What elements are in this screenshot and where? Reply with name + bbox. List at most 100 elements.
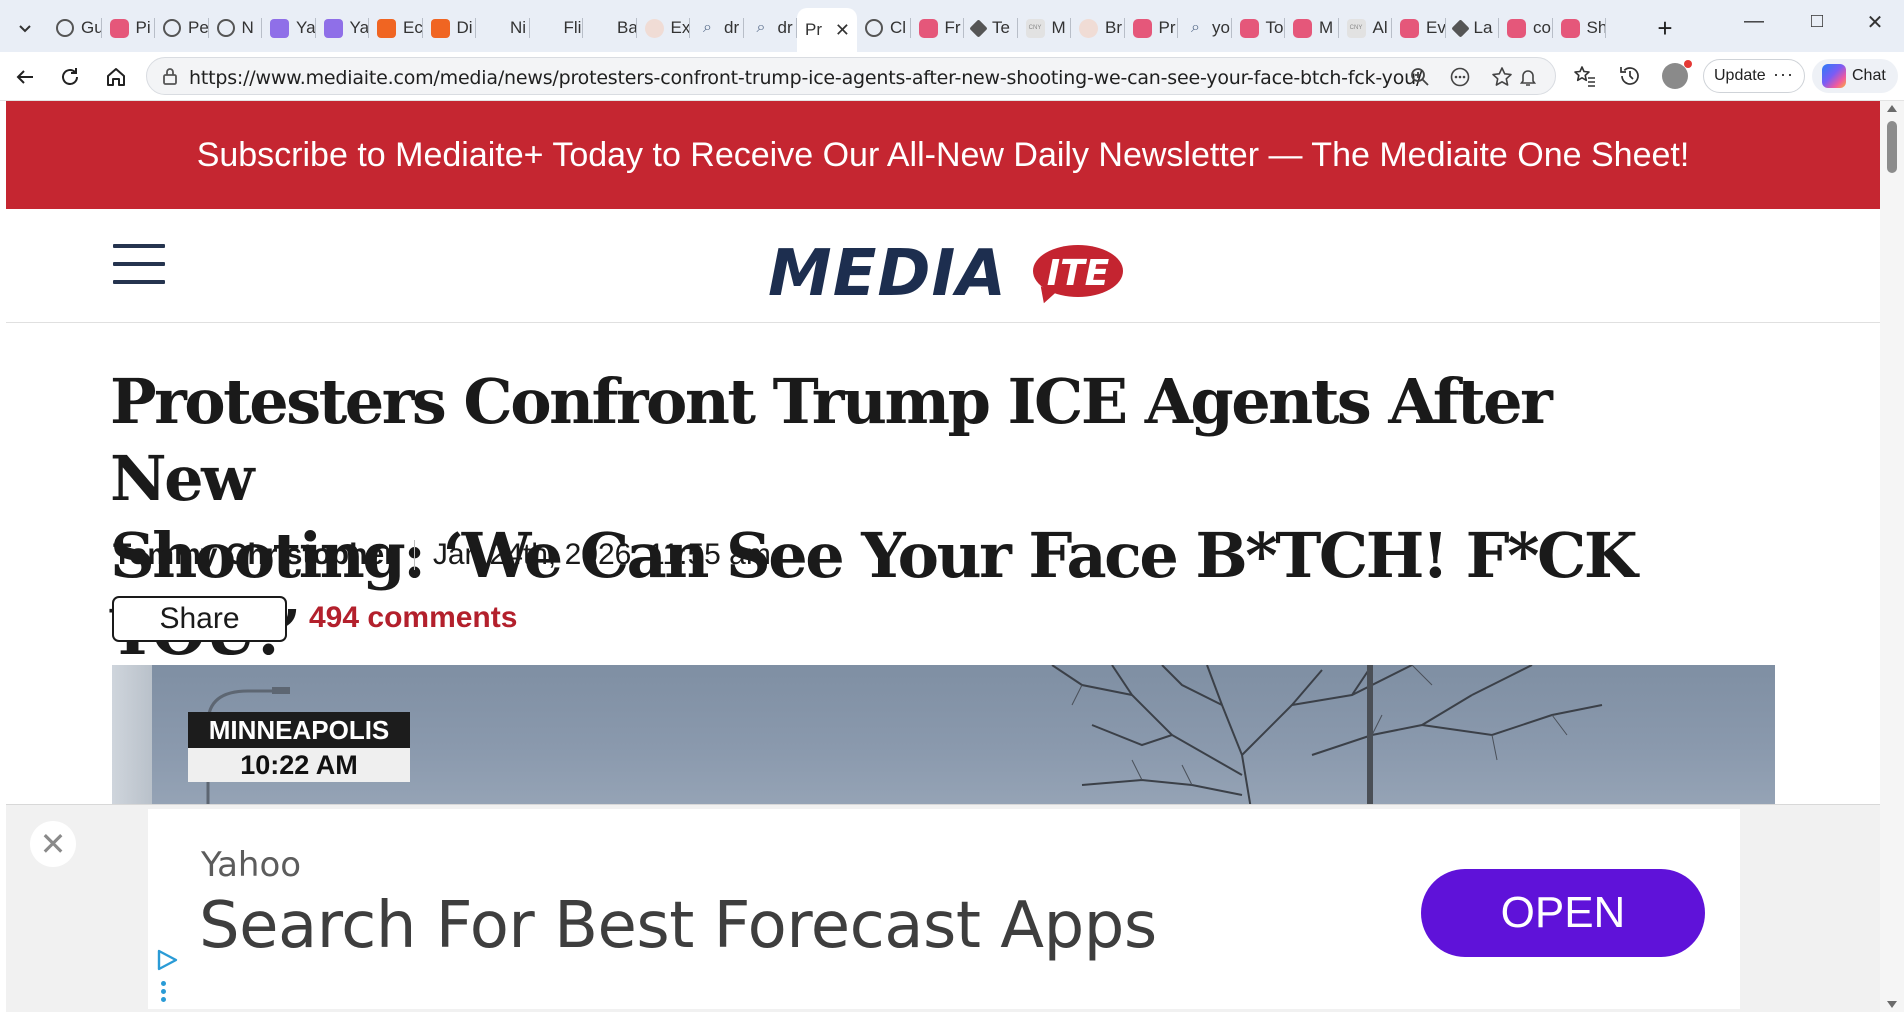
tab-label: Ni (510, 18, 527, 37)
tab-label: Ba (617, 18, 637, 37)
article-hero-image[interactable]: MINNEAPOLIS 10:22 AM (112, 665, 1775, 815)
tab[interactable]: M (1285, 8, 1339, 48)
close-ad-button[interactable]: ✕ (30, 821, 76, 867)
tab-label: Ya (296, 18, 316, 37)
search-icon: ⌕ (1191, 19, 1200, 36)
tabs: Gu Pi Pe N Ya Ya Ec Di Ni Fli Ba Ex ⌕ dr ⌕ dr Pr ✕ Cl Fr Te C… (48, 8, 1606, 52)
tab[interactable]: co (1499, 8, 1553, 48)
favorite-star-icon[interactable] (1491, 66, 1513, 88)
hamburger-menu-icon[interactable] (113, 244, 165, 286)
tab-label: Pi (135, 18, 151, 37)
page-scrollbar[interactable] (1880, 101, 1904, 1012)
tab-label: Ec (403, 18, 423, 37)
tab[interactable]: Fli (530, 8, 584, 48)
tab-list-button[interactable] (8, 12, 42, 44)
tab[interactable]: ⌕ yo (1178, 8, 1232, 48)
youtube-icon (1400, 18, 1419, 38)
update-button[interactable]: Update ··· (1703, 59, 1805, 93)
tab[interactable]: N (209, 8, 263, 48)
tab[interactable]: Pr (1125, 8, 1179, 48)
ad-title[interactable]: Search For Best Forecast Apps (199, 889, 1157, 963)
bell-icon[interactable] (1517, 66, 1539, 88)
tab[interactable]: Pi (102, 8, 156, 48)
tab[interactable]: To (1232, 8, 1286, 48)
tab-label: Di (456, 18, 473, 37)
minimize-button[interactable]: — (1734, 10, 1774, 33)
back-button[interactable] (8, 60, 42, 94)
tab-label: Cl (890, 18, 907, 37)
author-link[interactable]: Tommy Christopher (113, 538, 396, 572)
comments-link[interactable]: 494 comments (309, 601, 517, 635)
subscribe-promo-banner[interactable]: Subscribe to Mediaite+ Today to Receive … (6, 101, 1880, 209)
tab[interactable]: CNY M (1018, 8, 1072, 48)
maximize-button[interactable]: □ (1797, 10, 1837, 33)
close-tab-icon[interactable]: ✕ (835, 20, 850, 41)
home-button[interactable] (99, 60, 133, 94)
ad-card[interactable]: Yahoo Search For Best Forecast Apps OPEN (148, 809, 1740, 1009)
tab[interactable]: ⌕ dr (744, 8, 798, 48)
tab[interactable]: Ya (316, 8, 369, 48)
tab-label: Br (1105, 18, 1122, 37)
tab[interactable]: Ya (262, 8, 316, 48)
tab[interactable]: Ev (1392, 8, 1446, 48)
tab[interactable]: Sh (1553, 8, 1607, 48)
url-text[interactable]: https://www.mediaite.com/media/news/prot… (189, 67, 1422, 89)
update-label: Update (1714, 67, 1766, 84)
scrollbar-thumb[interactable] (1887, 121, 1897, 173)
tab-label: yo (1212, 18, 1230, 37)
tab[interactable]: Ni (476, 8, 530, 48)
diamond-icon (969, 18, 988, 38)
profile-avatar[interactable] (1662, 60, 1692, 89)
tab-label: Ev (1426, 18, 1446, 37)
ad-advertiser[interactable]: Yahoo (201, 845, 301, 885)
tab-label: Pr (805, 20, 822, 39)
share-button[interactable]: Share (112, 596, 287, 642)
site-info-icon[interactable] (161, 67, 179, 85)
address-bar[interactable]: https://www.mediaite.com/media/news/prot… (146, 57, 1556, 95)
tab-label: Pe (188, 18, 209, 37)
tab[interactable]: Cl (857, 8, 911, 48)
tab-label: M (1319, 18, 1334, 37)
tab[interactable]: Te (964, 8, 1018, 48)
tab-label: To (1265, 18, 1284, 37)
tab-label: N (241, 18, 254, 37)
copilot-chat-button[interactable]: Chat (1812, 59, 1898, 93)
tab[interactable]: Br (1071, 8, 1125, 48)
tab[interactable]: Fr (911, 8, 965, 48)
zoom-icon[interactable] (1409, 66, 1431, 88)
new-tab-button[interactable]: + (1648, 12, 1682, 44)
bookmark-icon (377, 18, 396, 38)
refresh-button[interactable] (53, 60, 87, 94)
tab-label: Fli (563, 18, 582, 37)
tab-active[interactable]: Pr ✕ (797, 8, 857, 52)
tab[interactable]: Gu (48, 8, 102, 48)
tab[interactable]: ⌕ dr (690, 8, 744, 48)
tab-label: dr (724, 18, 740, 37)
history-icon[interactable] (1618, 64, 1642, 88)
maximize-icon: □ (1810, 10, 1824, 32)
ad-options-icon[interactable] (161, 981, 167, 1005)
tab-label: Sh (1586, 18, 1607, 37)
tab[interactable]: Di (423, 8, 477, 48)
ad-open-button[interactable]: OPEN (1421, 869, 1705, 957)
adchoices-icon[interactable] (154, 947, 180, 973)
tab[interactable]: CNY Al (1339, 8, 1393, 48)
globe-icon (56, 19, 74, 37)
tab-label: Al (1372, 18, 1388, 37)
hero-location-timestamp: MINNEAPOLIS 10:22 AM (188, 712, 410, 784)
scroll-up-icon[interactable] (1887, 105, 1897, 112)
tab[interactable]: Pe (155, 8, 209, 48)
tab[interactable]: Ec (369, 8, 423, 48)
tab[interactable]: Ex (637, 8, 690, 48)
logo-icon (591, 19, 610, 38)
favorites-icon[interactable] (1573, 64, 1597, 88)
scroll-down-icon[interactable] (1887, 1001, 1897, 1008)
more-menu-icon[interactable]: ··· (1773, 64, 1794, 85)
more-page-actions-icon[interactable] (1449, 66, 1471, 88)
close-window-button[interactable]: ✕ (1855, 10, 1895, 35)
yahoo-icon (270, 18, 289, 38)
logo-icon (484, 19, 503, 38)
tab[interactable]: La (1446, 8, 1500, 48)
tab[interactable]: Ba (583, 8, 637, 48)
promo-text[interactable]: Subscribe to Mediaite+ Today to Receive … (197, 136, 1690, 175)
